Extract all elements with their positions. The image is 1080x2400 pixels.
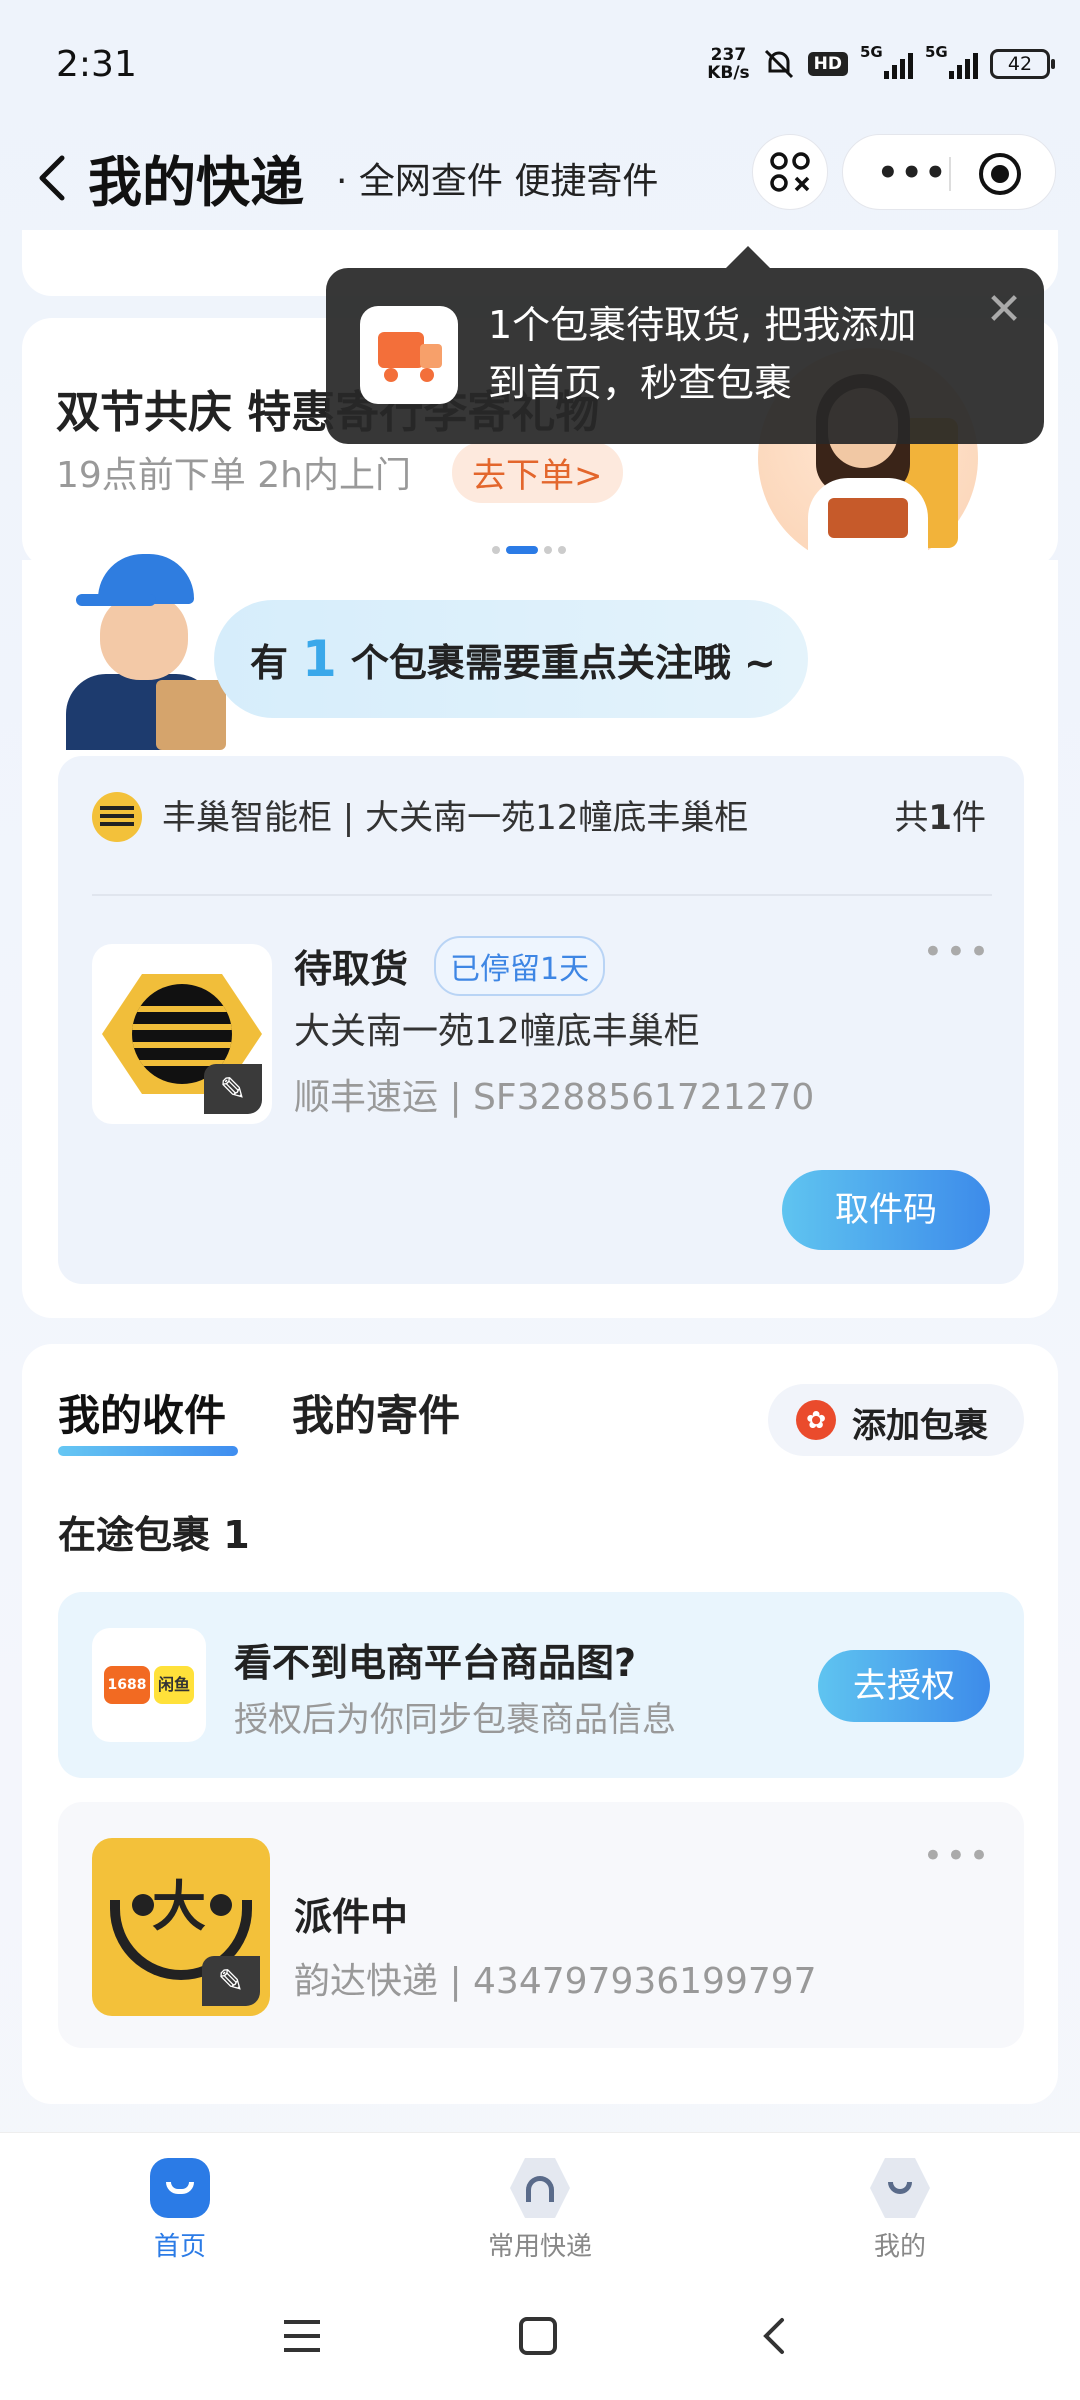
package-more-button[interactable]: ••• [923,1836,992,1876]
status-icons: 237 KB/s HD 5G 5G 42 [707,43,1055,83]
battery-icon: 42 [990,49,1055,79]
status-time: 2:31 [56,44,137,85]
close-icon[interactable]: ✕ [984,288,1024,332]
locker-card[interactable]: 丰巢智能柜 | 大关南一苑12幢底丰巢柜 共1件 ✎ 待取货 已停留1天 •••… [58,756,1024,1284]
promo-order-button[interactable]: 去下单> [452,442,623,503]
back-button[interactable] [24,148,84,208]
edit-icon[interactable]: ✎ [204,1064,262,1114]
express-icon [510,2158,570,2218]
back-nav-icon[interactable] [754,2314,794,2358]
tab-my-send[interactable]: 我的寄件 [292,1382,460,1443]
capsule-divider [949,157,951,191]
home-icon [150,2158,210,2218]
close-miniapp-icon[interactable] [979,153,1021,195]
package-status: 派件中 [294,1895,409,1939]
package-add-icon: ✿ [796,1400,836,1440]
banner-pagination [492,546,566,554]
miniapp-capsule: ••• [842,134,1056,210]
page-subtitle: · 全网查件 便捷寄件 [336,161,659,202]
divider [92,894,992,896]
locker-count: 共1件 [894,798,986,838]
locker-name: 丰巢智能柜 | 大关南一苑12幢底丰巢柜 [162,798,749,838]
add-to-home-toast[interactable]: 1个包裹待取货, 把我添加到首页，秒查包裹 ✕ [326,246,1044,444]
promo-subtitle: 19点前下单 2h内上门 [56,455,411,496]
add-package-button[interactable]: ✿ 添加包裹 [768,1384,1024,1456]
home-square-icon[interactable] [516,2314,560,2358]
auth-subtitle: 授权后为你同步包裹商品信息 [234,1700,676,1740]
page-title: 我的快递 [88,151,304,214]
package-status: 待取货 [294,947,409,991]
locker-icon [92,792,142,842]
more-button[interactable]: ••• [877,153,948,193]
fengchao-logo-thumb: ✎ [92,944,272,1124]
package-more-button[interactable]: ••• [923,932,992,972]
nav-home[interactable]: 首页 [100,2158,260,2263]
stay-days-badge: 已停留1天 [434,936,606,996]
ecommerce-logos: 1688 闲鱼 [92,1628,206,1742]
signal-icon: 5G [860,43,913,79]
authorize-button[interactable]: 去授权 [818,1650,990,1722]
hd-badge: HD [807,52,848,76]
toast-message: 1个包裹待取货, 把我添加到首页，秒查包裹 [488,303,917,405]
net-speed: 237 KB/s [707,45,750,83]
scan-icon [770,152,810,192]
edit-icon[interactable]: ✎ [202,1956,260,2006]
mute-bell-icon [764,49,793,79]
tab-active-indicator [58,1446,238,1456]
yunda-logo-thumb: 大 ✎ [92,1838,270,2016]
package-list-item[interactable]: 大 ✎ 派件中 韵达快递 | 434797936199797 ••• [58,1802,1024,2048]
package-address: 大关南一苑12幢底丰巢柜 [294,1011,700,1052]
auth-title: 看不到电商平台商品图? [234,1641,637,1685]
pickup-code-button[interactable]: 取件码 [782,1170,990,1250]
signal-icon-2: 5G [925,43,978,79]
nav-mine[interactable]: 我的 [820,2158,980,2263]
focus-message: 有 1 个包裹需要重点关注哦 ~ [214,600,808,718]
tab-my-receive[interactable]: 我的收件 [58,1382,226,1443]
tracking-number: 韵达快递 | 434797936199797 [294,1961,817,2002]
tracking-number: 顺丰速运 | SF3288561721270 [294,1077,815,1118]
delivery-truck-icon [360,306,458,404]
menu-icon[interactable] [280,2316,324,2356]
scan-button[interactable] [752,134,828,210]
auth-card[interactable]: 1688 闲鱼 看不到电商平台商品图? 授权后为你同步包裹商品信息 去授权 [58,1592,1024,1778]
profile-icon [870,2158,930,2218]
nav-common-express[interactable]: 常用快递 [460,2158,620,2263]
in-transit-count: 在途包裹 1 [58,1513,250,1557]
